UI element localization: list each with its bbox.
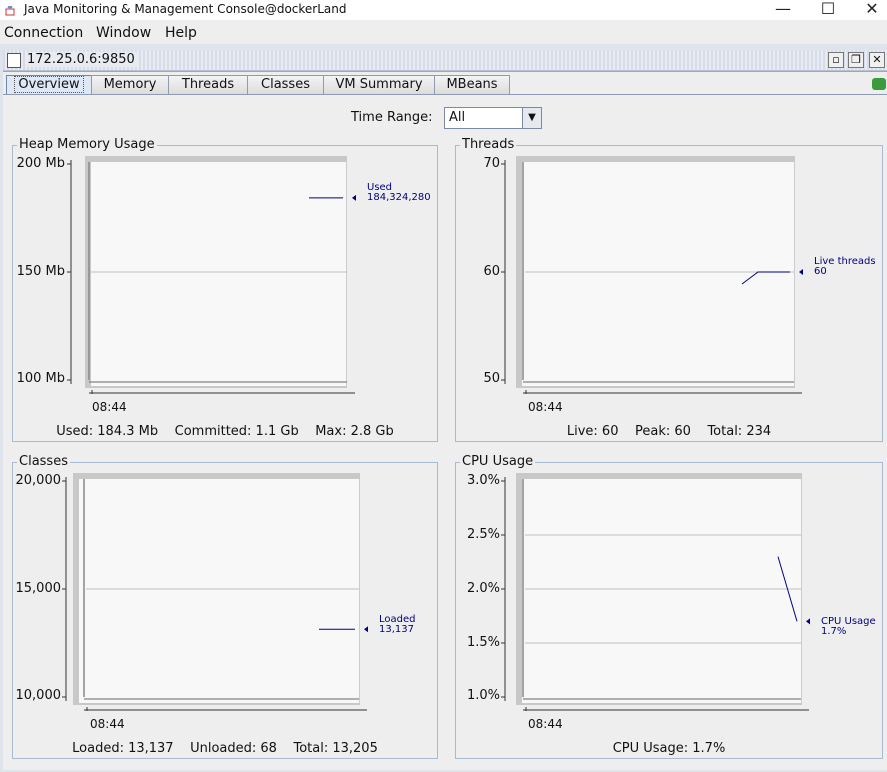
minimize-button[interactable]: — xyxy=(763,0,803,20)
window-titlebar: Java Monitoring & Management Console@doc… xyxy=(0,0,887,20)
tab-mbeans[interactable]: MBeans xyxy=(434,75,510,94)
time-range-value: All xyxy=(449,110,466,125)
series-label-arrow xyxy=(364,626,368,633)
chevron-down-icon[interactable]: ▼ xyxy=(522,108,541,128)
document-icon xyxy=(7,53,21,68)
tab-threads[interactable]: Threads xyxy=(168,75,248,94)
close-button[interactable]: ✕ xyxy=(852,0,887,20)
maximize-button[interactable]: ☐ xyxy=(808,0,848,20)
cpu-usage-chart: CPU Usage 3.0% 2.5% 2.0% 1.5% 1.0% 08:44… xyxy=(455,454,883,759)
tab-memory[interactable]: Memory xyxy=(91,75,169,94)
connection-address: 172.25.0.6:9850 xyxy=(25,52,137,67)
cpu-chart-svg xyxy=(501,477,810,711)
threads-chart: Threads 70 60 50 08:44 Live threads 60 L… xyxy=(455,137,883,442)
time-range-label: Time Range: xyxy=(351,110,433,125)
connected-plug-icon xyxy=(872,78,886,90)
restore-icon[interactable]: ❐ xyxy=(848,52,864,68)
threads-chart-svg xyxy=(501,160,803,394)
series-line xyxy=(741,271,790,285)
heap-chart-svg xyxy=(67,160,356,394)
classes-chart: Classes 20,000 15,000 10,000 08:44 Loade… xyxy=(12,454,438,759)
menu-help[interactable]: Help xyxy=(165,25,197,41)
menu-connection[interactable]: Connection xyxy=(4,25,83,41)
menu-window[interactable]: Window xyxy=(96,25,151,41)
window-title: Java Monitoring & Management Console@doc… xyxy=(24,2,347,16)
close-frame-icon[interactable]: ✕ xyxy=(869,52,885,68)
java-cup-icon xyxy=(5,6,15,16)
tab-divider xyxy=(3,94,887,95)
time-range-select[interactable]: All ▼ xyxy=(444,107,542,129)
series-label-arrow xyxy=(799,269,803,275)
series-label-arrow xyxy=(806,618,810,625)
tab-classes[interactable]: Classes xyxy=(247,75,324,94)
menu-bar: Connection Window Help xyxy=(0,22,887,44)
iconify-icon[interactable]: ▫ xyxy=(828,52,844,68)
series-label-arrow xyxy=(352,194,356,201)
tab-overview-label: Overview xyxy=(14,76,84,93)
tab-overview[interactable]: Overview xyxy=(6,75,92,95)
tab-vm-summary[interactable]: VM Summary xyxy=(323,75,435,94)
overview-panel: Overview Memory Threads Classes VM Summa… xyxy=(3,71,887,770)
heap-memory-chart: Heap Memory Usage 200 Mb 150 Mb 100 Mb 0… xyxy=(12,137,438,442)
internal-frame-titlebar: 172.25.0.6:9850 ▫ ❐ ✕ xyxy=(3,50,887,71)
classes-chart-svg xyxy=(62,477,368,711)
